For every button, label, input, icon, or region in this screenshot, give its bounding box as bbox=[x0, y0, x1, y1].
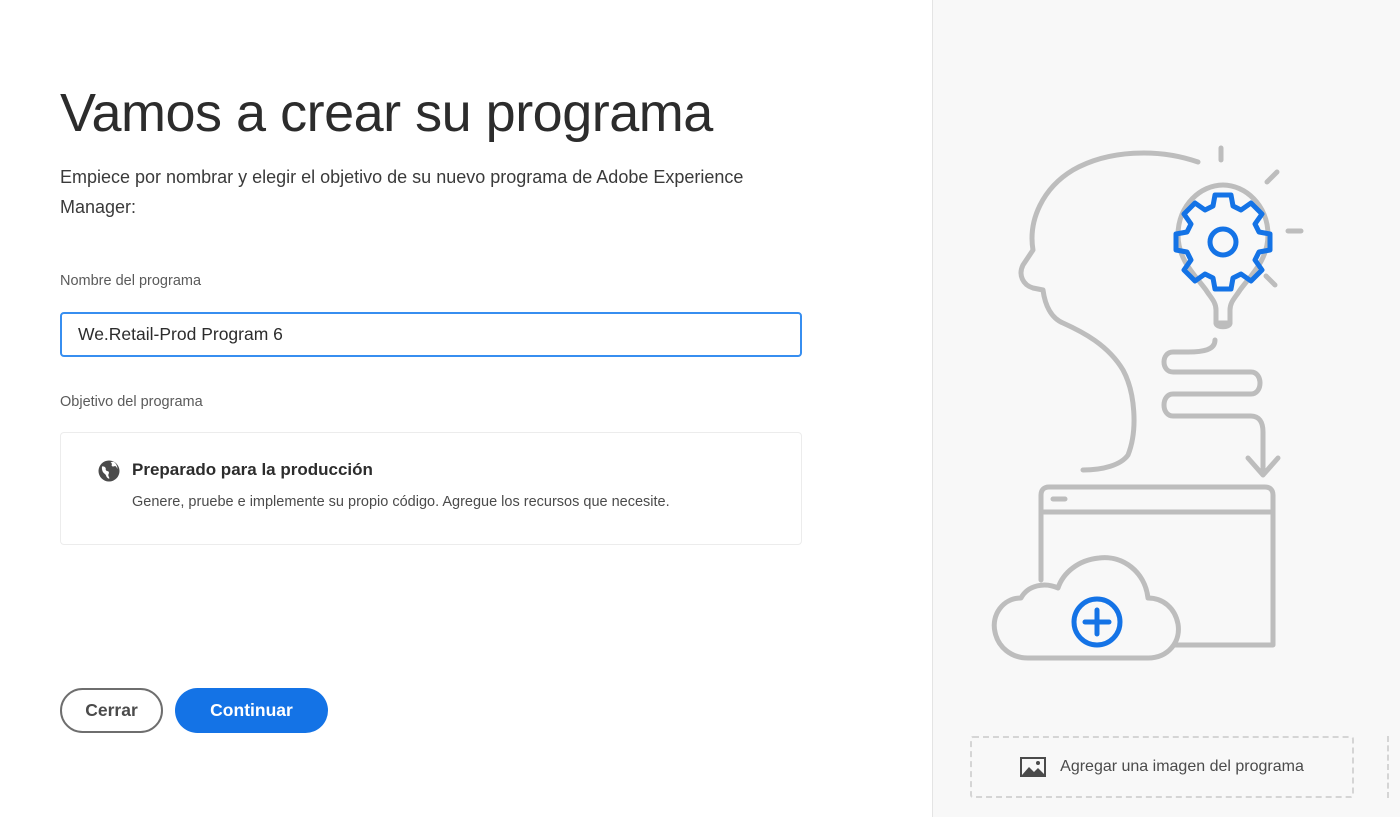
image-icon bbox=[1020, 757, 1047, 777]
side-panel: Agregar una imagen del programa bbox=[932, 0, 1400, 817]
goal-option-production[interactable]: Preparado para la producción Genere, pru… bbox=[60, 432, 802, 545]
goal-option-description: Genere, pruebe e implemente su propio có… bbox=[132, 494, 670, 510]
add-program-image-label: Agregar una imagen del programa bbox=[1060, 758, 1304, 775]
page-title: Vamos a crear su programa bbox=[60, 83, 713, 143]
continue-button[interactable]: Continuar bbox=[175, 688, 328, 733]
goal-option-title: Preparado para la producción bbox=[132, 460, 373, 479]
globe-icon bbox=[98, 460, 120, 482]
close-button[interactable]: Cerrar bbox=[60, 688, 163, 733]
add-program-image-button[interactable]: Agregar una imagen del programa bbox=[970, 736, 1354, 798]
program-name-label: Nombre del programa bbox=[60, 273, 202, 289]
form-panel: Vamos a crear su programa Empiece por no… bbox=[0, 0, 932, 817]
program-name-input[interactable] bbox=[60, 312, 802, 357]
dashed-edge bbox=[1387, 736, 1391, 798]
page-subtitle: Empiece por nombrar y elegir el objetivo… bbox=[60, 167, 744, 217]
program-goal-label: Objetivo del programa bbox=[60, 394, 203, 410]
head-lightbulb-gear-cloud-illustration bbox=[991, 145, 1304, 661]
